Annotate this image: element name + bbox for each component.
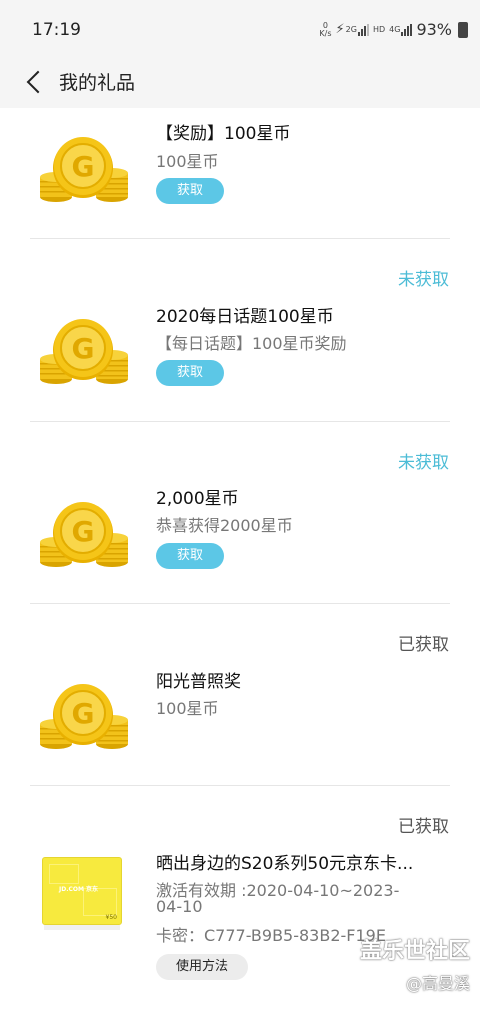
gift-status: 未获取 (398, 270, 449, 290)
usage-instructions-button[interactable]: 使用方法 (156, 954, 248, 980)
divider (30, 785, 450, 786)
signal-4g-icon: 4G (389, 23, 413, 36)
gift-title: 阳光普照奖 (156, 672, 241, 692)
gift-card-secret: 卡密：C777-B9B5-83B2-F19E (156, 926, 386, 945)
net-speed-indicator: 0 K/s (319, 21, 332, 38)
card-shadow (44, 925, 120, 930)
gift-subtitle: 100星币 (156, 152, 219, 171)
gift-subtitle-validity-end: 04-10 (156, 897, 203, 916)
battery-icon (458, 21, 468, 38)
back-arrow-icon[interactable] (22, 68, 52, 98)
gift-subtitle: 恭喜获得2000星币 (156, 516, 293, 535)
gold-coin-stack-icon (39, 136, 129, 203)
app-header: 我的礼品 (0, 58, 480, 108)
watermark-community: 盖乐世社区 (359, 939, 470, 964)
page-title: 我的礼品 (59, 72, 136, 94)
card-price: ¥50 (105, 914, 117, 921)
gift-title: 晒出身边的S20系列50元京东卡... (156, 854, 414, 874)
gold-coin-stack-icon (39, 501, 129, 568)
card-brand: JD.COM 京东 (59, 886, 99, 893)
get-button[interactable]: 获取 (156, 543, 224, 569)
net-4g-label: 4G (389, 24, 401, 34)
watermark-author: @高曼溪 (405, 974, 470, 993)
gift-title: 【奖励】100星币 (156, 124, 291, 144)
net-2g-label: 2G (345, 24, 357, 34)
net-speed-unit: K/s (319, 28, 332, 38)
signal-2g-icon: ⚡ 2G (336, 22, 369, 37)
gift-status: 已获取 (398, 635, 449, 655)
gift-subtitle: 【每日话题】100星币奖励 (156, 334, 347, 353)
battery-percent: 93% (416, 20, 452, 39)
gift-title: 2020每日话题100星币 (156, 307, 334, 327)
hd-label: HD (372, 24, 386, 34)
status-time: 17:19 (32, 20, 81, 40)
divider (30, 603, 450, 604)
gold-coin-stack-icon (39, 683, 129, 750)
status-bar: 17:19 0 K/s ⚡ 2G HD 4G 93% (0, 0, 480, 58)
gift-status: 已获取 (398, 817, 449, 837)
gift-status: 未获取 (398, 453, 449, 473)
get-button[interactable]: 获取 (156, 360, 224, 386)
jd-gift-card-icon: JD.COM 京东 ¥50 (42, 857, 122, 925)
gift-title: 2,000星币 (156, 489, 239, 509)
gift-subtitle: 100星币 (156, 699, 219, 718)
divider (30, 238, 450, 239)
gold-coin-stack-icon (39, 318, 129, 385)
divider (30, 421, 450, 422)
get-button[interactable]: 获取 (156, 178, 224, 204)
status-icons: 0 K/s ⚡ 2G HD 4G 93% (319, 20, 468, 39)
